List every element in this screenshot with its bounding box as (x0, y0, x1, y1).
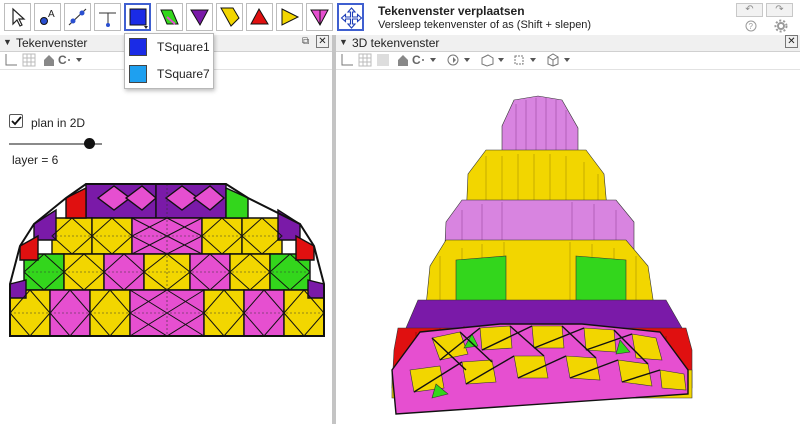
move-graphics-view-tool-button[interactable] (337, 3, 364, 31)
redo-button[interactable]: ↷ (766, 3, 793, 17)
tool-title: Tekenvenster verplaatsen (378, 4, 525, 18)
tool-help-text: Versleep tekenvenster of as (Shift + sle… (378, 19, 592, 31)
plane-toggle-icon[interactable] (376, 53, 390, 67)
point-capturing-icon[interactable]: C (58, 53, 84, 67)
purple-triangle-icon (190, 9, 209, 27)
plan-in-2d-checkbox[interactable] (9, 114, 23, 128)
tsquare-tool-dropdown: TSquare1 TSquare7 (124, 33, 214, 89)
yellow-quad-icon (220, 7, 240, 27)
arrow-cursor-icon (12, 7, 26, 27)
axes-toggle-icon[interactable] (340, 53, 354, 67)
3d-tiling-view[interactable] (336, 70, 800, 424)
move-tool-button[interactable] (4, 3, 31, 31)
parallelogram-tool-button[interactable] (156, 3, 183, 31)
dropdown-item-tsquare1[interactable]: TSquare1 (125, 34, 213, 60)
svg-text:C: C (58, 53, 67, 67)
yellow-triangle-icon (281, 8, 300, 26)
axes-toggle-icon[interactable] (4, 53, 18, 67)
perpendicular-tool-button[interactable] (94, 3, 121, 31)
perpendicular-icon (99, 12, 116, 27)
layer-slider-knob[interactable] (84, 138, 95, 149)
pink-triangle-icon (310, 9, 329, 27)
close-icon[interactable]: ✕ (785, 35, 798, 48)
dropdown-item-label: TSquare1 (157, 40, 210, 54)
graphics-3d-title: 3D tekenvenster (352, 36, 440, 50)
collapse-triangle-icon[interactable]: ▼ (339, 37, 348, 47)
home-icon[interactable] (396, 53, 410, 67)
graphics-3d-header: ▼ 3D tekenvenster ✕ (336, 35, 800, 52)
rotate-view-icon[interactable] (446, 53, 474, 67)
grid-toggle-icon[interactable] (22, 53, 36, 67)
2d-tiling-plan (9, 183, 325, 337)
line-tool-button[interactable] (64, 3, 91, 31)
blue-square-icon (129, 8, 148, 29)
help-icon[interactable]: ? (744, 19, 758, 33)
dropdown-item-tsquare7[interactable]: TSquare7 (125, 61, 213, 87)
red-triangle-icon (250, 7, 269, 25)
tsquare-tool-button[interactable] (124, 3, 151, 31)
toolbar: A Tekenvenster verplaatsen Versleep teke… (0, 0, 800, 36)
close-icon[interactable]: ✕ (316, 35, 329, 48)
clipping-box-icon[interactable] (512, 53, 540, 67)
graphics-3d-stylebar: C (336, 52, 800, 70)
blue-square-icon (129, 38, 147, 56)
purple-triangle-tool-button[interactable] (186, 3, 213, 31)
yellow-quad-tool-button[interactable] (216, 3, 243, 31)
view-direction-icon[interactable] (480, 53, 508, 67)
svg-text:A: A (48, 9, 55, 20)
pink-triangle-tool-button[interactable] (306, 3, 333, 31)
point-capturing-icon[interactable]: C (412, 53, 438, 67)
svg-text:?: ? (749, 22, 754, 31)
undock-icon[interactable]: ⧉ (302, 36, 309, 47)
light-blue-square-icon (129, 65, 147, 83)
home-icon[interactable] (42, 53, 56, 67)
red-triangle-tool-button[interactable] (246, 3, 273, 31)
move-arrows-icon (340, 7, 363, 29)
collapse-triangle-icon[interactable]: ▼ (3, 37, 12, 47)
plan-in-2d-label: plan in 2D (31, 116, 86, 130)
check-mark-icon (11, 116, 22, 126)
green-parallelogram-icon (160, 9, 179, 25)
yellow-triangle-tool-button[interactable] (276, 3, 303, 31)
undo-button[interactable]: ↶ (736, 3, 763, 17)
point-tool-button[interactable]: A (34, 3, 61, 31)
grid-toggle-icon[interactable] (358, 53, 372, 67)
point-icon: A (40, 9, 55, 25)
graphics-view-title: Tekenvenster (16, 36, 88, 50)
dropdown-item-label: TSquare7 (157, 67, 210, 81)
line-icon (68, 8, 87, 26)
svg-text:C: C (412, 53, 421, 67)
projection-icon[interactable] (546, 53, 574, 67)
layer-value-label: layer = 6 (12, 153, 59, 167)
settings-gear-icon[interactable] (774, 19, 788, 33)
